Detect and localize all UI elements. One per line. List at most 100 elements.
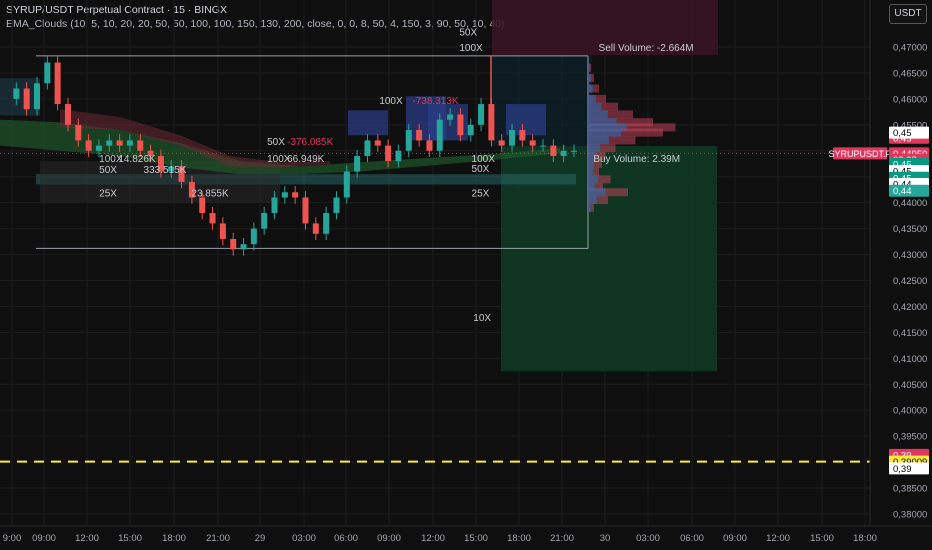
candle-body [395,150,402,162]
candle-body [271,197,278,214]
candle-body [33,83,40,110]
x-tick-label: 9:00 [3,533,22,544]
candle-body [519,130,526,141]
volume-bar-buy [588,203,591,212]
x-tick-label: 15:00 [464,533,488,544]
annotation-label: Sell Volume: -2.664M [599,43,694,54]
candle-body [374,140,381,146]
y-tick-label: 0,38000 [893,510,927,521]
x-tick-label: 21:00 [550,533,574,544]
volume-bar-buy [588,196,597,205]
annotation-label: 66.949K [287,154,325,165]
candle-body [436,119,443,151]
candle-body [560,150,567,156]
symbol-tag-text: SYRUPUSDT.P [828,149,891,159]
annotation-label: 100X [459,43,483,54]
x-tick-label: 06:00 [334,533,358,544]
candle-body [509,130,516,146]
candle-body [498,140,505,146]
candle-body [571,150,577,152]
annotation-label: 100X [379,96,403,107]
candle-body [416,130,423,141]
candle-body [44,62,51,84]
candle-body [85,140,92,151]
time-axis: 9:00 09:00 12:00 15:00 18:00 21:00 29 03:00 06:0… [0,525,932,544]
candle-body [478,104,485,125]
annotation-label: 25X [99,188,117,199]
y-tick-label: 0,41500 [893,328,927,339]
candle-body [209,213,216,224]
price-chart[interactable]: 50X 100X Sell Volume: -2.664M 100X -738.313K… [0,0,932,550]
x-tick-label: 21:00 [206,533,230,544]
candle-body [426,140,433,151]
y-tick-label: 0,42000 [893,302,927,313]
candle-body [312,223,319,234]
candle-body [281,192,288,198]
candle-body [240,244,247,250]
x-tick-label: 12:00 [421,533,445,544]
volume-bar-buy [588,175,598,184]
volume-bar-buy [588,74,591,83]
x-tick-label: 12:00 [75,533,99,544]
y-tick-label: 0,40000 [893,406,927,417]
volume-bar-buy [588,94,596,103]
price-tag-text: 0,44 [893,186,912,197]
annotation-label: 50X [99,165,117,176]
candle-body [302,197,309,224]
x-tick-label: 06:00 [680,533,704,544]
volume-bar-buy [588,63,590,72]
x-tick-label: 15:00 [118,533,142,544]
price-labels: 0,450,45SYRUPUSDT.P0,4495008:080,450,450… [828,126,929,475]
annotation-label: 50X [472,164,490,175]
volume-bar-buy [588,84,593,93]
annotation-label: -738.313K [412,96,458,107]
x-tick-label: 03:00 [636,533,660,544]
candle-body [230,238,237,250]
annotation-label: 25X [472,188,490,199]
grid [0,0,870,526]
y-tick-label: 0,38500 [893,484,927,495]
candle-body [343,171,350,198]
candle-body [250,228,257,245]
candle-body [457,114,464,136]
x-tick-label: 09:00 [723,533,747,544]
candle-body [137,140,144,151]
candle-body [116,140,123,146]
annotation-label: 333.515K [144,165,187,176]
price-tag-text: 0,39 [893,464,912,475]
volume-bar-buy [588,128,621,137]
candle-body [126,140,133,146]
candle-body [199,197,206,214]
annotation-label: 14.826K [118,154,156,165]
candle-body [219,223,226,239]
candle-body [23,88,30,110]
volume-bar-buy [588,136,609,145]
y-tick-label: 0,47000 [893,43,927,54]
x-tick-label: 29 [255,533,266,544]
y-tick-label: 0,43000 [893,250,927,261]
annotation-label: -376.085K [287,137,333,148]
annotation-label: 23.855K [191,188,229,199]
x-tick-label: 03:00 [292,533,316,544]
x-tick-label: 18:00 [162,533,186,544]
annotation-label: Buy Volume: 2.39M [593,154,680,165]
candle-body [261,213,268,229]
volume-bar-buy [588,102,602,111]
candle-body [292,192,299,198]
candle-body [323,213,330,234]
x-tick-label: 30 [600,533,611,544]
x-tick-label: 18:00 [507,533,531,544]
candle-body [95,145,102,151]
candle-body [106,140,113,146]
annotation-label: 50X [459,27,477,38]
y-tick-label: 0,40500 [893,380,927,391]
candle-body [333,197,340,214]
price-axis: 0,470000,465000,460000,455000,450000,445… [869,0,927,526]
candle-body [54,62,61,105]
candle-body [75,124,82,141]
volume-bar-buy [588,110,608,119]
annotation-label: 50X [267,137,285,148]
candle-body [364,140,371,156]
y-tick-label: 0,42500 [893,276,927,287]
y-tick-label: 0,39500 [893,432,927,443]
